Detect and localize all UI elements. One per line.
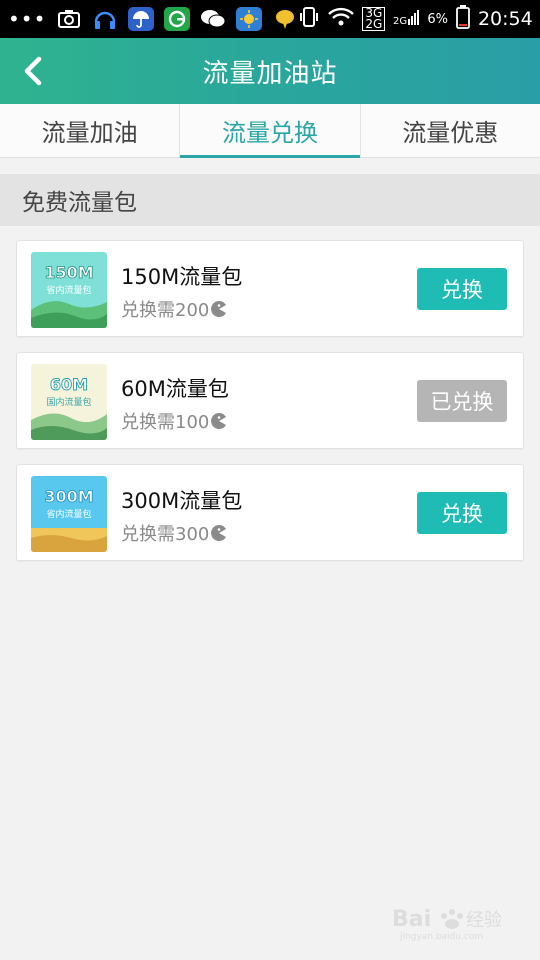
vibrate-icon xyxy=(298,6,320,33)
package-thumbnail: 150M 省内流量包 xyxy=(31,252,107,328)
tab-offers[interactable]: 流量优惠 xyxy=(359,104,540,157)
package-cost: 兑换需100 xyxy=(121,408,227,434)
package-cost: 兑换需200 xyxy=(121,296,227,322)
watermark-brand: Bai xyxy=(392,907,431,932)
package-thumbnail: 60M 国内流量包 xyxy=(31,364,107,440)
coin-icon xyxy=(211,413,227,429)
screenshot-icon xyxy=(56,7,82,31)
overflow-icon: ••• xyxy=(8,7,47,31)
thumb-scope-label: 省内流量包 xyxy=(46,284,91,296)
status-bar: ••• 3G 2G 2G 6% 20:54 xyxy=(0,0,540,38)
app-icon xyxy=(164,7,191,31)
thumb-size-label: 300M xyxy=(44,487,93,506)
chat-bubble-icon xyxy=(272,7,298,31)
package-title: 60M流量包 xyxy=(121,377,229,401)
package-card-60m: 60M 国内流量包 60M流量包 兑换需100 已兑换 xyxy=(16,352,524,449)
tab-bar: 流量加油 流量兑换 流量优惠 xyxy=(0,104,540,158)
battery-percent: 6% xyxy=(427,11,448,27)
watermark-brand-cn: 经验 xyxy=(466,910,502,931)
wechat-icon xyxy=(200,7,226,31)
tab-label: 流量加油 xyxy=(41,119,138,147)
thumb-scope-label: 国内流量包 xyxy=(46,396,91,408)
thumb-size-label: 150M xyxy=(44,263,93,282)
cost-label: 兑换需100 xyxy=(121,412,210,433)
battery-icon xyxy=(456,4,470,34)
exchange-button[interactable]: 兑换 xyxy=(417,492,507,534)
package-title: 300M流量包 xyxy=(121,489,243,513)
svg-text:2G: 2G xyxy=(393,16,407,27)
baidu-watermark: Bai 经验 jingyan.baidu.com xyxy=(392,902,512,942)
package-thumbnail: 300M 省内流量包 xyxy=(31,476,107,552)
sun-icon xyxy=(236,7,263,31)
package-cost: 兑换需300 xyxy=(121,520,227,546)
signal-icon: 2G xyxy=(393,7,420,32)
exchange-button[interactable]: 兑换 xyxy=(417,268,507,310)
network-2g-label: 2G xyxy=(365,17,383,31)
redeemed-button[interactable]: 已兑换 xyxy=(417,380,507,422)
network-type: 3G 2G xyxy=(362,7,386,31)
clock: 20:54 xyxy=(477,8,533,30)
cost-label: 兑换需200 xyxy=(121,300,210,321)
tab-refuel[interactable]: 流量加油 xyxy=(0,104,179,157)
thumb-scope-label: 省内流量包 xyxy=(46,508,91,520)
tab-label: 流量兑换 xyxy=(221,119,318,147)
coin-icon xyxy=(211,301,227,317)
thumb-size-label: 60M xyxy=(50,375,88,394)
coin-icon xyxy=(211,525,227,541)
package-card-300m: 300M 省内流量包 300M流量包 兑换需300 兑换 xyxy=(16,464,524,561)
package-card-150m: 150M 省内流量包 150M流量包 兑换需200 兑换 xyxy=(16,240,524,337)
wifi-icon xyxy=(328,7,355,32)
section-title: 免费流量包 xyxy=(0,174,540,226)
app-header: 流量加油站 xyxy=(0,38,540,104)
headset-icon xyxy=(92,7,118,31)
back-chevron-icon[interactable] xyxy=(18,54,48,88)
umbrella-icon xyxy=(128,7,155,31)
tab-label: 流量优惠 xyxy=(402,119,499,147)
cost-label: 兑换需300 xyxy=(121,524,210,545)
page-title: 流量加油站 xyxy=(202,58,338,89)
watermark-url: jingyan.baidu.com xyxy=(399,932,483,942)
package-title: 150M流量包 xyxy=(121,265,243,289)
tab-exchange[interactable]: 流量兑换 xyxy=(179,104,360,158)
